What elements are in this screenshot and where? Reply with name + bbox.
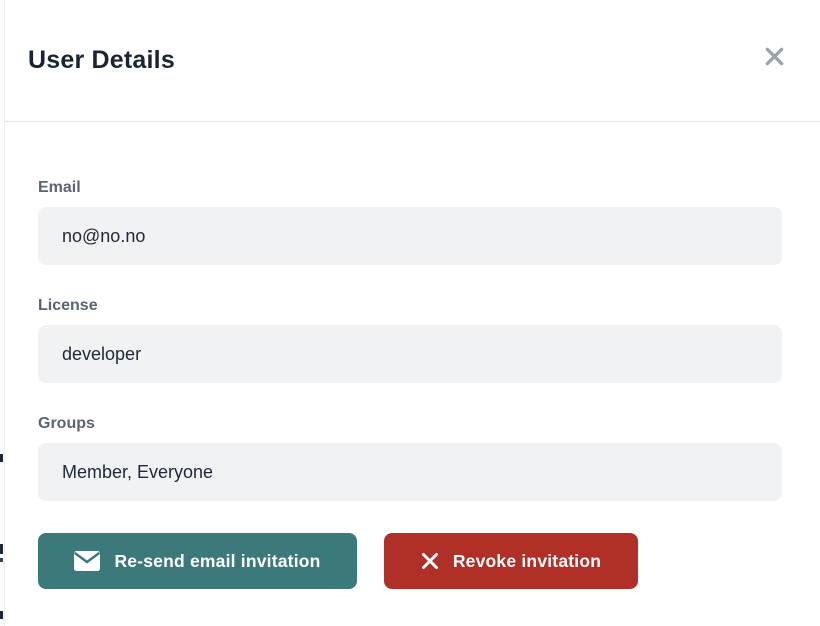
groups-label: Groups [38, 415, 782, 433]
modal-header: User Details [5, 0, 820, 122]
resend-invitation-label: Re-send email invitation [114, 551, 320, 572]
email-label: Email [38, 179, 782, 197]
resend-invitation-button[interactable]: Re-send email invitation [38, 533, 357, 589]
license-label: License [38, 297, 782, 315]
background-text-fragment [0, 558, 3, 562]
envelope-icon [74, 551, 100, 571]
groups-field[interactable] [38, 443, 782, 501]
background-text-fragment [0, 454, 3, 462]
page-title: User Details [28, 46, 175, 75]
license-field[interactable] [38, 325, 782, 383]
action-buttons-row: Re-send email invitation Revoke invitati… [38, 533, 782, 589]
email-field-group: Email [38, 179, 782, 265]
license-field-group: License [38, 297, 782, 383]
groups-field-group: Groups [38, 415, 782, 501]
close-icon [763, 56, 786, 71]
background-text-fragment [0, 611, 3, 619]
user-details-modal: User Details Email License Groups [5, 0, 820, 626]
revoke-invitation-label: Revoke invitation [453, 551, 601, 572]
background-text-fragment [0, 544, 3, 554]
x-icon [421, 552, 439, 570]
email-field[interactable] [38, 207, 782, 265]
modal-body: Email License Groups Re-send email invit… [5, 122, 820, 589]
close-button[interactable] [757, 39, 792, 74]
revoke-invitation-button[interactable]: Revoke invitation [384, 533, 638, 589]
